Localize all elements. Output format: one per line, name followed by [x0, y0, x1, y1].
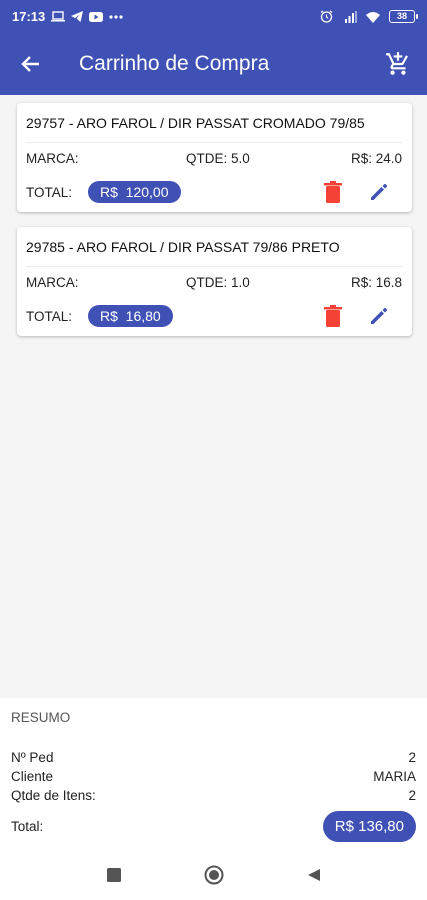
triangle-back-icon — [307, 869, 320, 881]
square-icon — [106, 868, 121, 882]
summary-row-total: Total: R$ 136,80 — [11, 809, 416, 843]
item-total-badge: R$ 16,80 — [88, 305, 173, 327]
order-total-label: Total: — [11, 818, 44, 834]
signal-icon — [341, 10, 357, 23]
divider — [26, 142, 402, 143]
item-total-badge: R$ 120,00 — [88, 181, 181, 203]
summary-title: RESUMO — [11, 710, 71, 725]
status-bar: 17:13 38 — [0, 0, 427, 33]
back-nav-button[interactable] — [299, 860, 329, 890]
recent-apps-button[interactable] — [99, 860, 129, 890]
delete-button[interactable] — [310, 175, 356, 209]
order-summary: RESUMO Nº Ped 2 Cliente MARIA Qtde de It… — [0, 698, 427, 850]
battery-icon: 38 — [389, 10, 418, 23]
edit-button[interactable] — [356, 299, 402, 333]
unit-price-text: R$: 24.0 — [350, 151, 402, 166]
laptop-icon — [51, 11, 66, 22]
cart-item: 29757 - ARO FAROL / DIR PASSAT CROMADO 7… — [17, 103, 412, 212]
item-count-label: Qtde de Itens: — [11, 788, 96, 803]
client-value: MARIA — [373, 769, 416, 784]
marca-label: MARCA: — [26, 275, 79, 290]
cart-list: 29757 - ARO FAROL / DIR PASSAT CROMADO 7… — [0, 95, 427, 698]
status-time: 17:13 — [12, 9, 46, 24]
wifi-icon — [365, 11, 381, 23]
quantity-text: QTDE: 1.0 — [186, 275, 250, 290]
summary-row-item-count: Qtde de Itens: 2 — [11, 786, 416, 805]
summary-row-order-number: Nº Ped 2 — [11, 748, 416, 767]
alarm-icon — [320, 10, 333, 23]
marca-label: MARCA: — [26, 151, 79, 166]
total-label: TOTAL: — [26, 184, 73, 200]
home-button[interactable] — [199, 860, 229, 890]
pencil-icon — [371, 307, 388, 324]
order-number-value: 2 — [408, 750, 416, 765]
client-label: Cliente — [11, 769, 54, 784]
product-name: 29757 - ARO FAROL / DIR PASSAT CROMADO 7… — [26, 115, 365, 131]
product-name: 29785 - ARO FAROL / DIR PASSAT 79/86 PRE… — [26, 239, 340, 255]
edit-button[interactable] — [356, 175, 402, 209]
pencil-icon — [371, 183, 388, 200]
page-title: Carrinho de Compra — [79, 52, 270, 75]
arrow-back-icon — [21, 56, 39, 72]
add-shopping-cart-icon — [386, 52, 408, 75]
delete-button[interactable] — [310, 299, 356, 333]
back-button[interactable] — [0, 33, 62, 95]
unit-price-text: R$: 16.8 — [350, 275, 402, 290]
item-count-value: 2 — [408, 788, 416, 803]
youtube-icon — [89, 11, 104, 22]
divider — [26, 266, 402, 267]
total-label: TOTAL: — [26, 308, 73, 324]
circle-icon — [204, 865, 223, 885]
more-notifications-icon — [109, 14, 123, 19]
app-bar: Carrinho de Compra — [0, 33, 427, 95]
trash-icon — [324, 181, 342, 203]
quantity-text: QTDE: 5.0 — [186, 151, 250, 166]
order-number-label: Nº Ped — [11, 750, 54, 765]
summary-row-client: Cliente MARIA — [11, 767, 416, 786]
trash-icon — [324, 305, 342, 327]
add-to-cart-button[interactable] — [369, 33, 427, 95]
telegram-icon — [71, 11, 84, 22]
order-total-badge: R$ 136,80 — [322, 810, 416, 842]
system-nav-bar — [0, 850, 427, 900]
cart-item: 29785 - ARO FAROL / DIR PASSAT 79/86 PRE… — [17, 227, 412, 336]
